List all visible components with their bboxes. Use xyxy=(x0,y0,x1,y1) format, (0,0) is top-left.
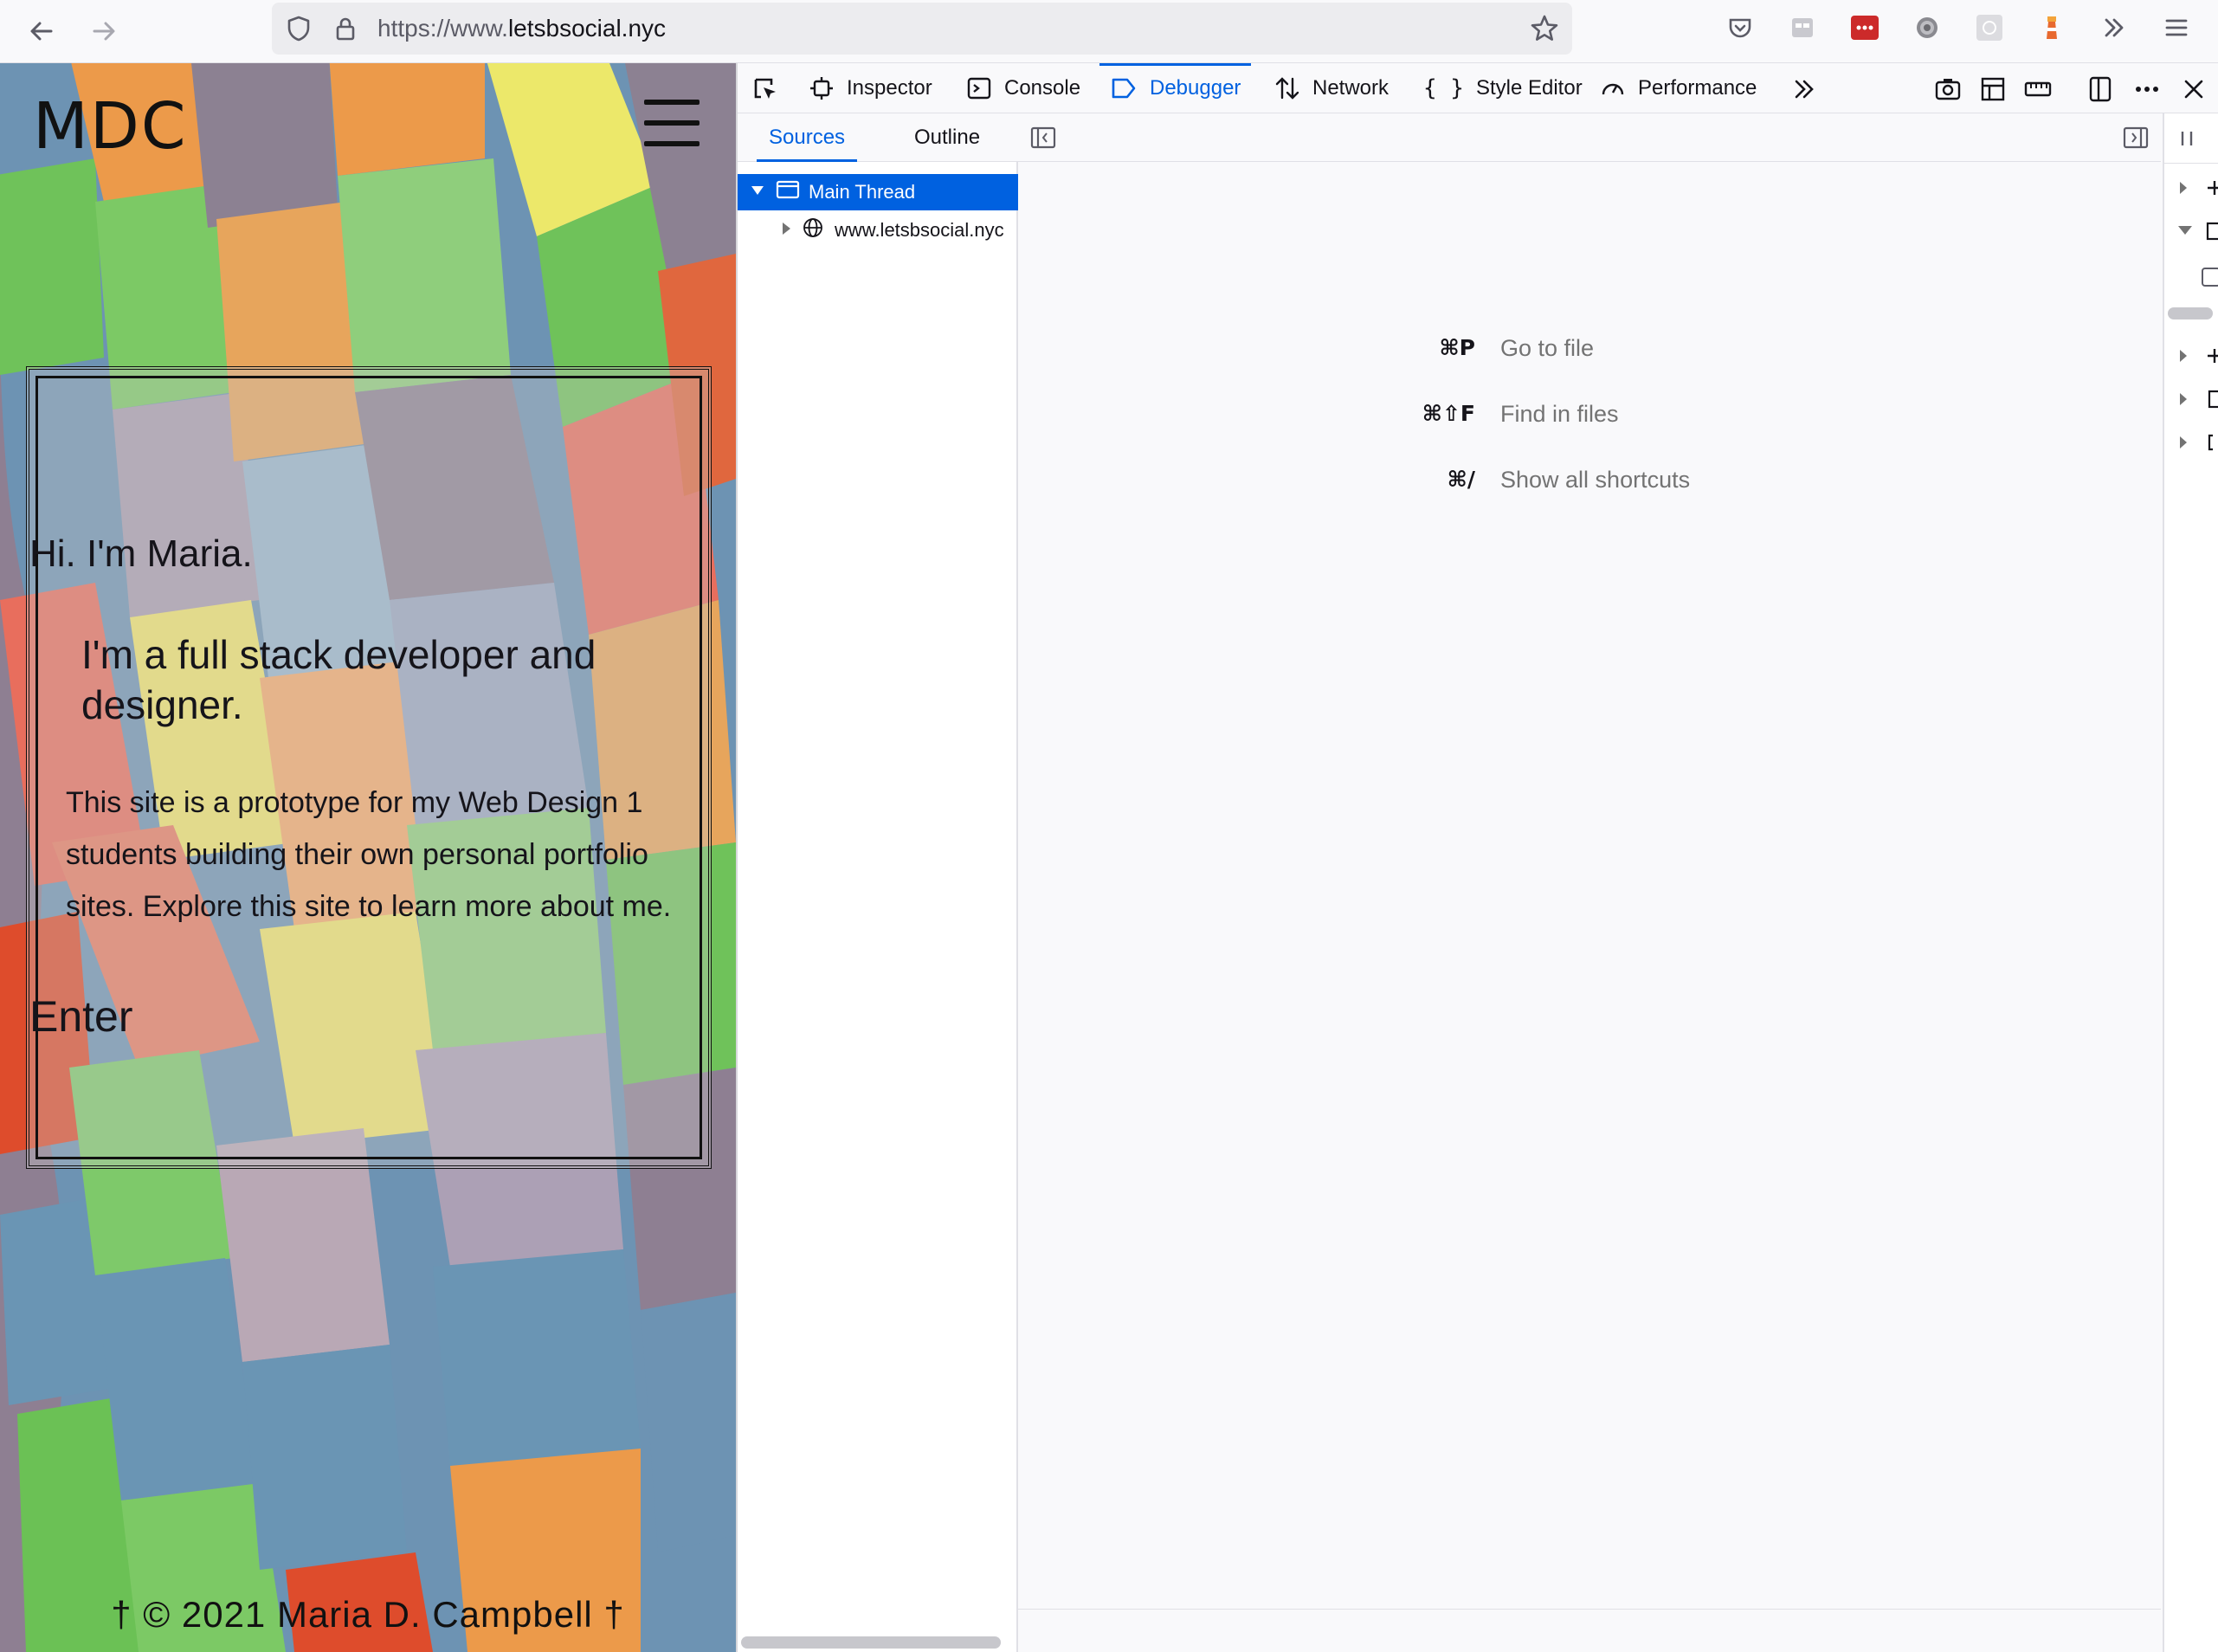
hamburger-menu-icon[interactable] xyxy=(644,100,700,146)
tab-debugger-label: Debugger xyxy=(1150,76,1241,100)
expand-section-icon[interactable] xyxy=(2164,382,2218,416)
hamburger-line xyxy=(644,141,700,146)
tab-inspector[interactable]: Inspector xyxy=(809,63,932,113)
tab-style-editor[interactable]: { } Style Editor xyxy=(1423,63,1583,113)
pause-icon[interactable] xyxy=(2164,113,2218,164)
expand-breakpoints-icon[interactable] xyxy=(2164,171,2218,205)
star-icon[interactable] xyxy=(1529,13,1560,48)
shortcut-label: Go to file xyxy=(1500,335,1595,361)
devtools-tabbar: Inspector Console Debugger Network { } S… xyxy=(738,63,2218,113)
tab-performance-label: Performance xyxy=(1638,76,1757,100)
site-logo[interactable]: MDC xyxy=(33,89,188,164)
inspector-icon xyxy=(810,77,833,100)
devtools-panel: Inspector Console Debugger Network { } S… xyxy=(736,63,2218,1652)
sources-tabbar: Sources Outline xyxy=(738,113,1018,162)
lastpass-icon[interactable] xyxy=(1849,12,1880,43)
hero-role: I'm a full stack developer and designer. xyxy=(81,632,596,727)
tree-row-domain[interactable]: www.letsbsocial.nyc xyxy=(738,212,1018,248)
hero-description: This site is a prototype for my Web Desi… xyxy=(66,786,672,923)
editor-toolbar xyxy=(1018,113,2161,162)
expanded-triangle-icon xyxy=(750,181,765,203)
dock-side-icon[interactable] xyxy=(2085,74,2116,105)
scrollbar-thumb[interactable] xyxy=(2168,307,2213,319)
tab-debugger[interactable]: Debugger xyxy=(1099,63,1252,113)
lighthouse-icon[interactable] xyxy=(2036,12,2067,43)
url-prefix: https://www. xyxy=(377,15,508,42)
sources-pane: Sources Outline Main Thread www.letsbsoc… xyxy=(738,113,1018,1652)
url-domain: letsbsocial.nyc xyxy=(507,15,667,42)
checkbox[interactable] xyxy=(2164,259,2218,294)
horizontal-scrollbar[interactable] xyxy=(741,1636,1001,1649)
shortcut-label: Show all shortcuts xyxy=(1500,467,1691,493)
shield-icon[interactable] xyxy=(284,14,313,48)
url-text[interactable]: https://www.letsbsocial.nyc xyxy=(377,15,666,42)
web-page: MDC Hi. I'm Maria. I'm a full stack deve… xyxy=(0,63,736,1652)
lock-icon[interactable] xyxy=(331,14,360,48)
globe-icon xyxy=(802,216,824,244)
shortcut-keys: ⌘P xyxy=(1439,335,1475,360)
page-footer: † © 2021 Maria D. Campbell † xyxy=(111,1594,625,1635)
ruler-icon[interactable] xyxy=(2022,74,2054,105)
editor-footer xyxy=(1018,1609,2161,1652)
network-icon xyxy=(1275,77,1299,100)
devtools-menu-icon[interactable] xyxy=(2131,74,2163,105)
domain-label: www.letsbsocial.nyc xyxy=(835,219,1004,241)
close-devtools-icon[interactable] xyxy=(2178,74,2209,105)
tab-console-label: Console xyxy=(1004,76,1081,100)
forward-icon[interactable] xyxy=(80,7,128,55)
tree-row-main-thread[interactable]: Main Thread xyxy=(738,174,1018,210)
performance-icon xyxy=(1602,83,1624,95)
enter-link[interactable]: Enter xyxy=(29,991,708,1042)
expand-section-icon[interactable] xyxy=(2164,339,2218,373)
hamburger-line xyxy=(644,100,700,105)
tab-network-label: Network xyxy=(1312,76,1389,100)
reader-icon[interactable] xyxy=(1787,12,1818,43)
editor-pane: ⌘P Go to file ⌘⇧F Find in files ⌘/ Show … xyxy=(1018,113,2161,1652)
hero-greeting: Hi. I'm Maria. xyxy=(29,532,253,575)
console-icon xyxy=(967,77,991,100)
pocket-icon[interactable] xyxy=(1725,12,1756,43)
responsive-design-icon[interactable] xyxy=(1977,74,2008,105)
tab-style-editor-label: Style Editor xyxy=(1475,76,1583,100)
url-bar[interactable]: https://www.letsbsocial.nyc xyxy=(272,3,1572,55)
debugger-icon xyxy=(1112,78,1136,99)
hamburger-line xyxy=(644,120,700,126)
extension-icon[interactable] xyxy=(1974,12,2005,43)
browser-toolbar: https://www.letsbsocial.nyc xyxy=(0,0,2218,63)
shortcut-keys: ⌘/ xyxy=(1447,467,1475,492)
debugger-sidebar xyxy=(2163,113,2218,1652)
element-picker-icon[interactable] xyxy=(750,74,781,105)
tab-outline[interactable]: Outline xyxy=(914,113,980,162)
hero-box: Hi. I'm Maria. I'm a full stack develope… xyxy=(26,366,712,1169)
more-tabs-chevron-icon[interactable] xyxy=(1789,74,1820,105)
collapsed-triangle-icon xyxy=(779,219,793,242)
tab-performance[interactable]: Performance xyxy=(1600,63,1757,113)
shortcut-label: Find in files xyxy=(1500,401,1619,427)
toggle-sources-sidebar-icon[interactable] xyxy=(1030,126,1056,154)
shortcut-show-all[interactable]: ⌘/ Show all shortcuts xyxy=(1018,467,2161,501)
window-icon xyxy=(776,179,800,205)
collapse-section-icon[interactable] xyxy=(2164,214,2218,248)
toggle-debugger-sidebar-icon[interactable] xyxy=(2123,126,2149,154)
shortcut-go-to-file[interactable]: ⌘P Go to file xyxy=(1018,335,2161,370)
tab-console[interactable]: Console xyxy=(966,63,1080,113)
tab-inspector-label: Inspector xyxy=(847,76,932,100)
tab-network[interactable]: Network xyxy=(1274,63,1389,113)
shortcut-find-in-files[interactable]: ⌘⇧F Find in files xyxy=(1018,401,2161,436)
main-thread-label: Main Thread xyxy=(809,181,916,203)
screenshot-icon[interactable] xyxy=(1932,74,1963,105)
overflow-chevron-icon[interactable] xyxy=(2099,12,2130,43)
app-menu-icon[interactable] xyxy=(2161,12,2192,43)
style-editor-icon: { } xyxy=(1423,75,1464,101)
tab-sources[interactable]: Sources xyxy=(756,113,858,162)
shortcut-keys: ⌘⇧F xyxy=(1422,401,1475,426)
settings-gear-icon[interactable] xyxy=(1912,12,1943,43)
expand-section-icon[interactable] xyxy=(2164,425,2218,460)
back-icon[interactable] xyxy=(17,7,66,55)
